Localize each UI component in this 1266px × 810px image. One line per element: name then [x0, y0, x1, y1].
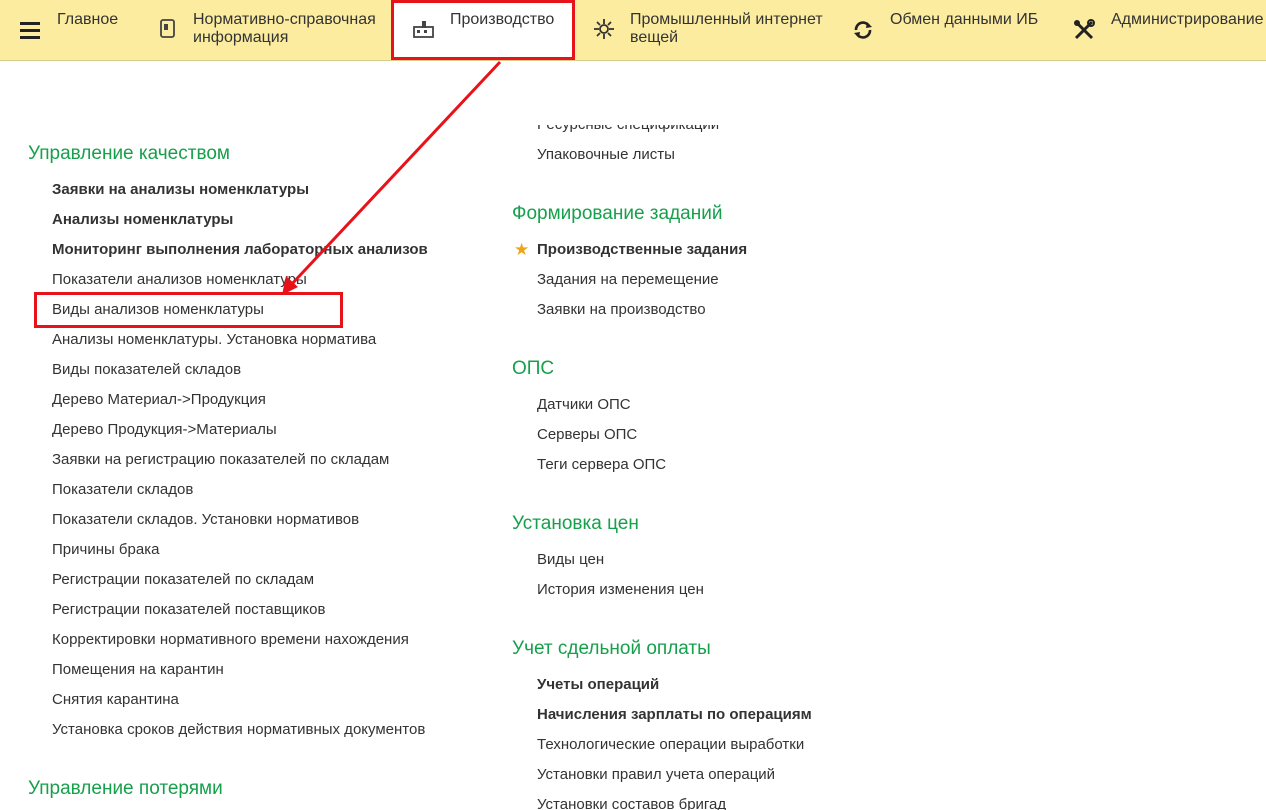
- tab-main-label: Главное: [57, 11, 119, 28]
- tab-data-exchange-label: Обмен данными ИБ: [890, 11, 1039, 28]
- link-ops-servers[interactable]: Серверы ОПС: [537, 426, 637, 443]
- link-analysis-norm-setting[interactable]: Анализы номенклатуры. Установка норматив…: [52, 331, 376, 348]
- tab-iot[interactable]: Промышленный интернет вещей: [585, 0, 835, 60]
- menu-icon[interactable]: [20, 20, 42, 42]
- link-warehouse-indicator-types[interactable]: Виды показателей складов: [52, 361, 241, 378]
- link-production-requests[interactable]: Заявки на производство: [537, 301, 706, 318]
- tab-data-exchange[interactable]: Обмен данными ИБ: [845, 0, 1055, 60]
- link-production-tasks[interactable]: Производственные задания: [537, 241, 747, 258]
- link-supplier-indicator-registrations[interactable]: Регистрации показателей поставщиков: [52, 601, 325, 618]
- link-packing-lists[interactable]: Упаковочные листы: [537, 146, 675, 163]
- link-price-types[interactable]: Виды цен: [537, 551, 604, 568]
- highlight-box: [34, 292, 343, 328]
- link-warehouse-norm-settings[interactable]: Показатели складов. Установки нормативов: [52, 511, 359, 528]
- iot-icon: [594, 19, 614, 39]
- link-tech-operations-output[interactable]: Технологические операции выработки: [537, 736, 804, 753]
- link-nomenclature-analysis-requests[interactable]: Заявки на анализы номенклатуры: [52, 181, 309, 198]
- tab-production[interactable]: Производство: [394, 0, 572, 60]
- link-tree-product-materials[interactable]: Дерево Продукция->Материалы: [52, 421, 277, 438]
- tools-icon: [1074, 19, 1095, 40]
- top-navigation-bar: Главное Нормативно-справочная информация…: [0, 0, 1266, 61]
- section-title-prices: Установка цен: [512, 513, 639, 534]
- link-quarantine-placements[interactable]: Помещения на карантин: [52, 661, 224, 678]
- link-lab-analysis-monitoring[interactable]: Мониторинг выполнения лабораторных анали…: [52, 241, 428, 258]
- link-defect-reasons[interactable]: Причины брака: [52, 541, 159, 558]
- link-brigade-compositions[interactable]: Установки составов бригад: [537, 796, 726, 810]
- tab-production-label: Производство: [450, 11, 555, 28]
- link-normative-doc-terms[interactable]: Установка сроков действия нормативных до…: [52, 721, 425, 738]
- link-salary-by-operations[interactable]: Начисления зарплаты по операциям: [537, 706, 812, 723]
- link-quarantine-removals[interactable]: Снятия карантина: [52, 691, 179, 708]
- link-indicator-registration-requests[interactable]: Заявки на регистрацию показателей по скл…: [52, 451, 389, 468]
- section-title-piecework: Учет сдельной оплаты: [512, 638, 711, 659]
- section-title-quality: Управление качеством: [28, 143, 230, 164]
- tab-administration-label: Администрирование: [1111, 11, 1264, 28]
- link-ops-sensors[interactable]: Датчики ОПС: [537, 396, 631, 413]
- link-operation-accounting[interactable]: Учеты операций: [537, 676, 659, 693]
- tab-main[interactable]: Главное: [0, 0, 140, 60]
- link-warehouse-indicator-registrations[interactable]: Регистрации показателей по складам: [52, 571, 314, 588]
- section-title-ops: ОПС: [512, 358, 555, 379]
- tab-reference-info[interactable]: Нормативно-справочная информация: [150, 0, 385, 60]
- link-tree-material-product[interactable]: Дерево Материал->Продукция: [52, 391, 266, 408]
- link-norm-time-corrections[interactable]: Корректировки нормативного времени нахож…: [52, 631, 409, 648]
- tab-reference-info-label: Нормативно-справочная информация: [193, 11, 376, 46]
- section-title-tasks: Формирование заданий: [512, 203, 723, 224]
- link-warehouse-indicators[interactable]: Показатели складов: [52, 481, 193, 498]
- star-icon[interactable]: ★: [514, 240, 529, 260]
- link-transfer-tasks[interactable]: Задания на перемещение: [537, 271, 719, 288]
- sync-icon: [854, 21, 872, 39]
- tab-iot-label: Промышленный интернет вещей: [630, 11, 823, 46]
- book-icon: [160, 19, 175, 38]
- section-content: Управление качеством Заявки на анализы н…: [0, 61, 1266, 810]
- link-resource-specifications[interactable]: Ресурсные спецификации: [537, 125, 719, 133]
- link-nomenclature-analyses[interactable]: Анализы номенклатуры: [52, 211, 233, 228]
- link-ops-server-tags[interactable]: Теги сервера ОПС: [537, 456, 666, 473]
- factory-icon: [413, 21, 434, 38]
- link-price-history[interactable]: История изменения цен: [537, 581, 704, 598]
- tab-administration[interactable]: Администрирование: [1065, 0, 1266, 60]
- link-operation-rules[interactable]: Установки правил учета операций: [537, 766, 775, 783]
- section-title-losses: Управление потерями: [28, 778, 223, 799]
- link-analysis-indicators[interactable]: Показатели анализов номенклатуры: [52, 271, 307, 288]
